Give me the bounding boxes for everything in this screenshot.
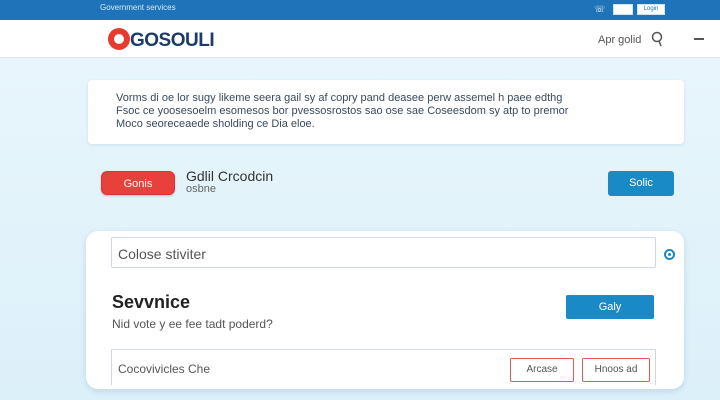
go-button[interactable]: Galy <box>566 295 654 319</box>
outline-button-1[interactable]: Arcase <box>510 358 574 382</box>
notice-line: Moco seoreceaede sholding ce Dia eloe. <box>116 118 315 130</box>
phone-icon[interactable]: ☏ <box>594 3 606 15</box>
notice-line: Fsoc ce yoosesoelm esomesos bor pvessosr… <box>116 105 569 117</box>
primary-red-button[interactable]: Gonis <box>101 171 175 195</box>
notice-panel: Vorms di oe lor sugy likeme seera gail s… <box>88 80 684 144</box>
outline-button-2[interactable]: Hnoos ad <box>582 358 650 382</box>
service-select-field[interactable]: Colose stiviter <box>111 237 675 268</box>
nav-link[interactable]: Apr golid <box>598 34 641 46</box>
caption-main: Gdlil Crcodcin <box>186 168 274 184</box>
caption-sub: osbne <box>186 183 216 195</box>
search-icon[interactable] <box>651 30 665 48</box>
notice-line: Vorms di oe lor sugy likeme seera gail s… <box>116 92 563 104</box>
logo-text[interactable]: GOSOULI <box>130 30 215 52</box>
card-heading: Sevvnice <box>112 292 191 312</box>
logo-icon <box>108 28 130 50</box>
menu-icon[interactable] <box>694 38 704 40</box>
field-label: Colose stiviter <box>118 246 206 262</box>
topbar-login-button[interactable]: Login <box>637 4 665 15</box>
service-card: Colose stiviter Sevvnice Nid vote y ee f… <box>86 231 684 389</box>
header: GOSOULI Apr golid <box>0 20 720 58</box>
topbar-button-a[interactable] <box>613 4 633 15</box>
caption: Gdlil Crcodcin osbne <box>186 168 274 196</box>
top-strip: Government services ☏ Login <box>0 0 720 20</box>
card-question: Nid vote y ee fee tadt poderd? <box>112 317 273 331</box>
bottom-row: Cocovivicles Che Arcase Hnoos ad <box>111 349 656 385</box>
info-icon[interactable] <box>664 249 675 260</box>
tagline: Government services <box>100 3 176 12</box>
blue-action-button[interactable]: Solic <box>608 171 674 196</box>
bottom-label: Cocovivicles Che <box>118 362 211 376</box>
